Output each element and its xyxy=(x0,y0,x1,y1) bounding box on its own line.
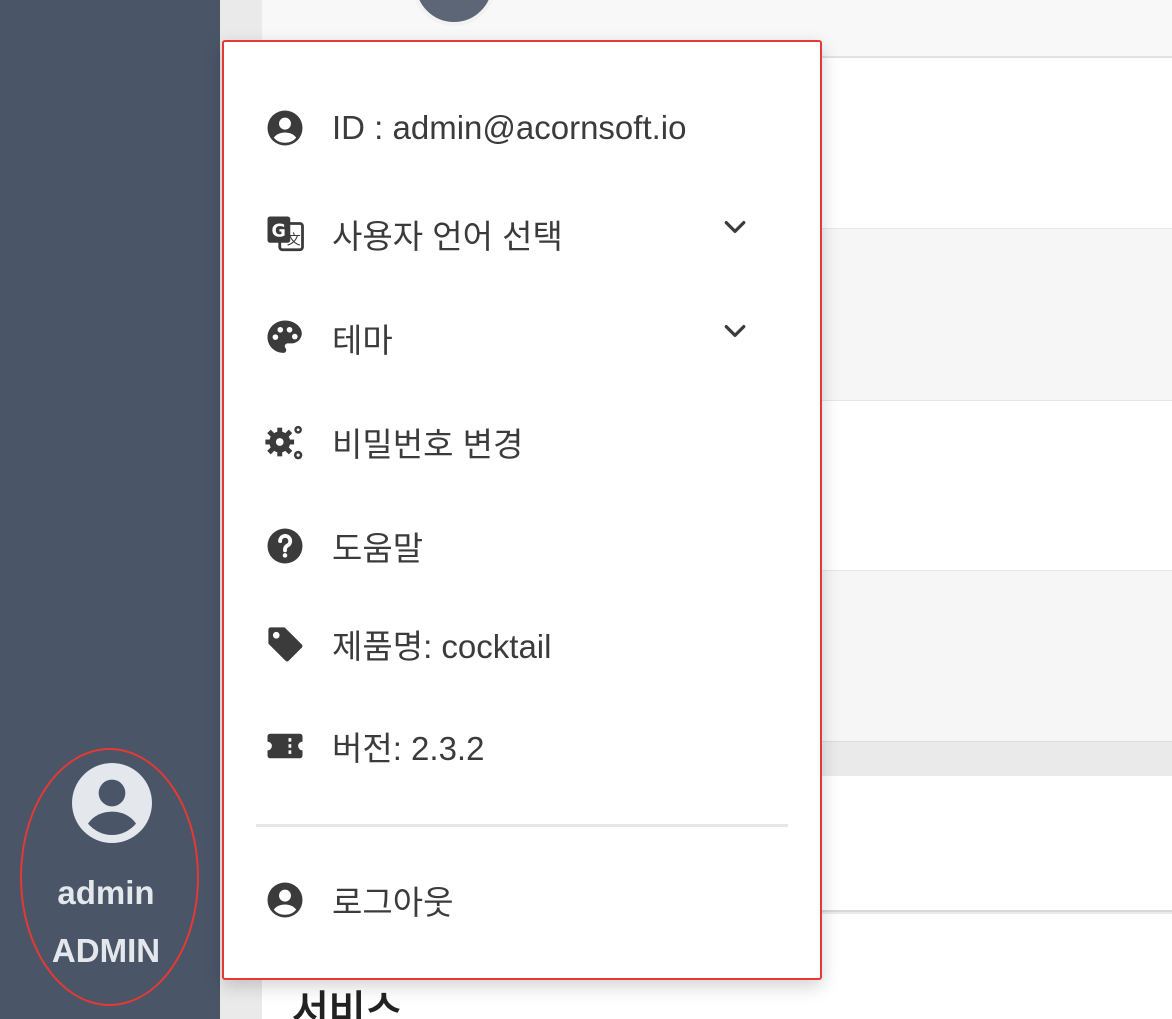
menu-item-label: 제품명: cocktail xyxy=(332,628,552,665)
header-avatar xyxy=(412,0,496,26)
help-circle-icon xyxy=(264,523,310,569)
menu-item-label: ID : admin@acornsoft.io xyxy=(332,109,687,146)
svg-text:G: G xyxy=(272,222,286,242)
account-circle-icon xyxy=(264,105,310,151)
menu-item-change-password[interactable]: 비밀번호 변경 xyxy=(264,412,784,472)
sidebar: admin ADMIN xyxy=(0,0,220,1019)
menu-item-label: 테마 xyxy=(332,322,393,359)
translate-icon: 文G xyxy=(264,211,310,257)
logout-label: 로그아웃 xyxy=(332,884,454,921)
menu-item-label: 비밀번호 변경 xyxy=(332,426,524,463)
menu-item-help[interactable]: 도움말 xyxy=(264,516,784,576)
menu-item-label: 도움말 xyxy=(332,530,424,567)
chevron-down-icon xyxy=(724,325,746,337)
menu-item-theme[interactable]: 테마 xyxy=(264,308,784,368)
user-name: admin xyxy=(57,874,155,911)
menu-divider xyxy=(256,824,788,827)
menu-item-language[interactable]: 文G 사용자 언어 선택 xyxy=(264,204,784,264)
account-circle-icon xyxy=(264,877,310,923)
palette-icon xyxy=(264,315,310,361)
section-title: 서비스 xyxy=(292,989,403,1019)
menu-item-account-id[interactable]: ID : admin@acornsoft.io xyxy=(264,98,784,158)
menu-item-version[interactable]: 버전: 2.3.2 xyxy=(264,716,784,776)
ticket-icon xyxy=(264,723,310,769)
menu-item-label: 버전: 2.3.2 xyxy=(332,730,485,767)
user-role: ADMIN xyxy=(51,932,161,969)
gears-icon xyxy=(264,419,310,465)
menu-item-label: 사용자 언어 선택 xyxy=(332,218,563,255)
user-menu: ID : admin@acornsoft.io 文G 사용자 언어 선택 테마 xyxy=(222,40,822,980)
avatar-icon xyxy=(72,763,152,843)
menu-item-product-name[interactable]: 제품명: cocktail xyxy=(264,614,784,674)
chevron-down-icon xyxy=(724,221,746,233)
tag-icon xyxy=(264,621,310,667)
menu-item-logout[interactable]: 로그아웃 xyxy=(264,870,784,930)
